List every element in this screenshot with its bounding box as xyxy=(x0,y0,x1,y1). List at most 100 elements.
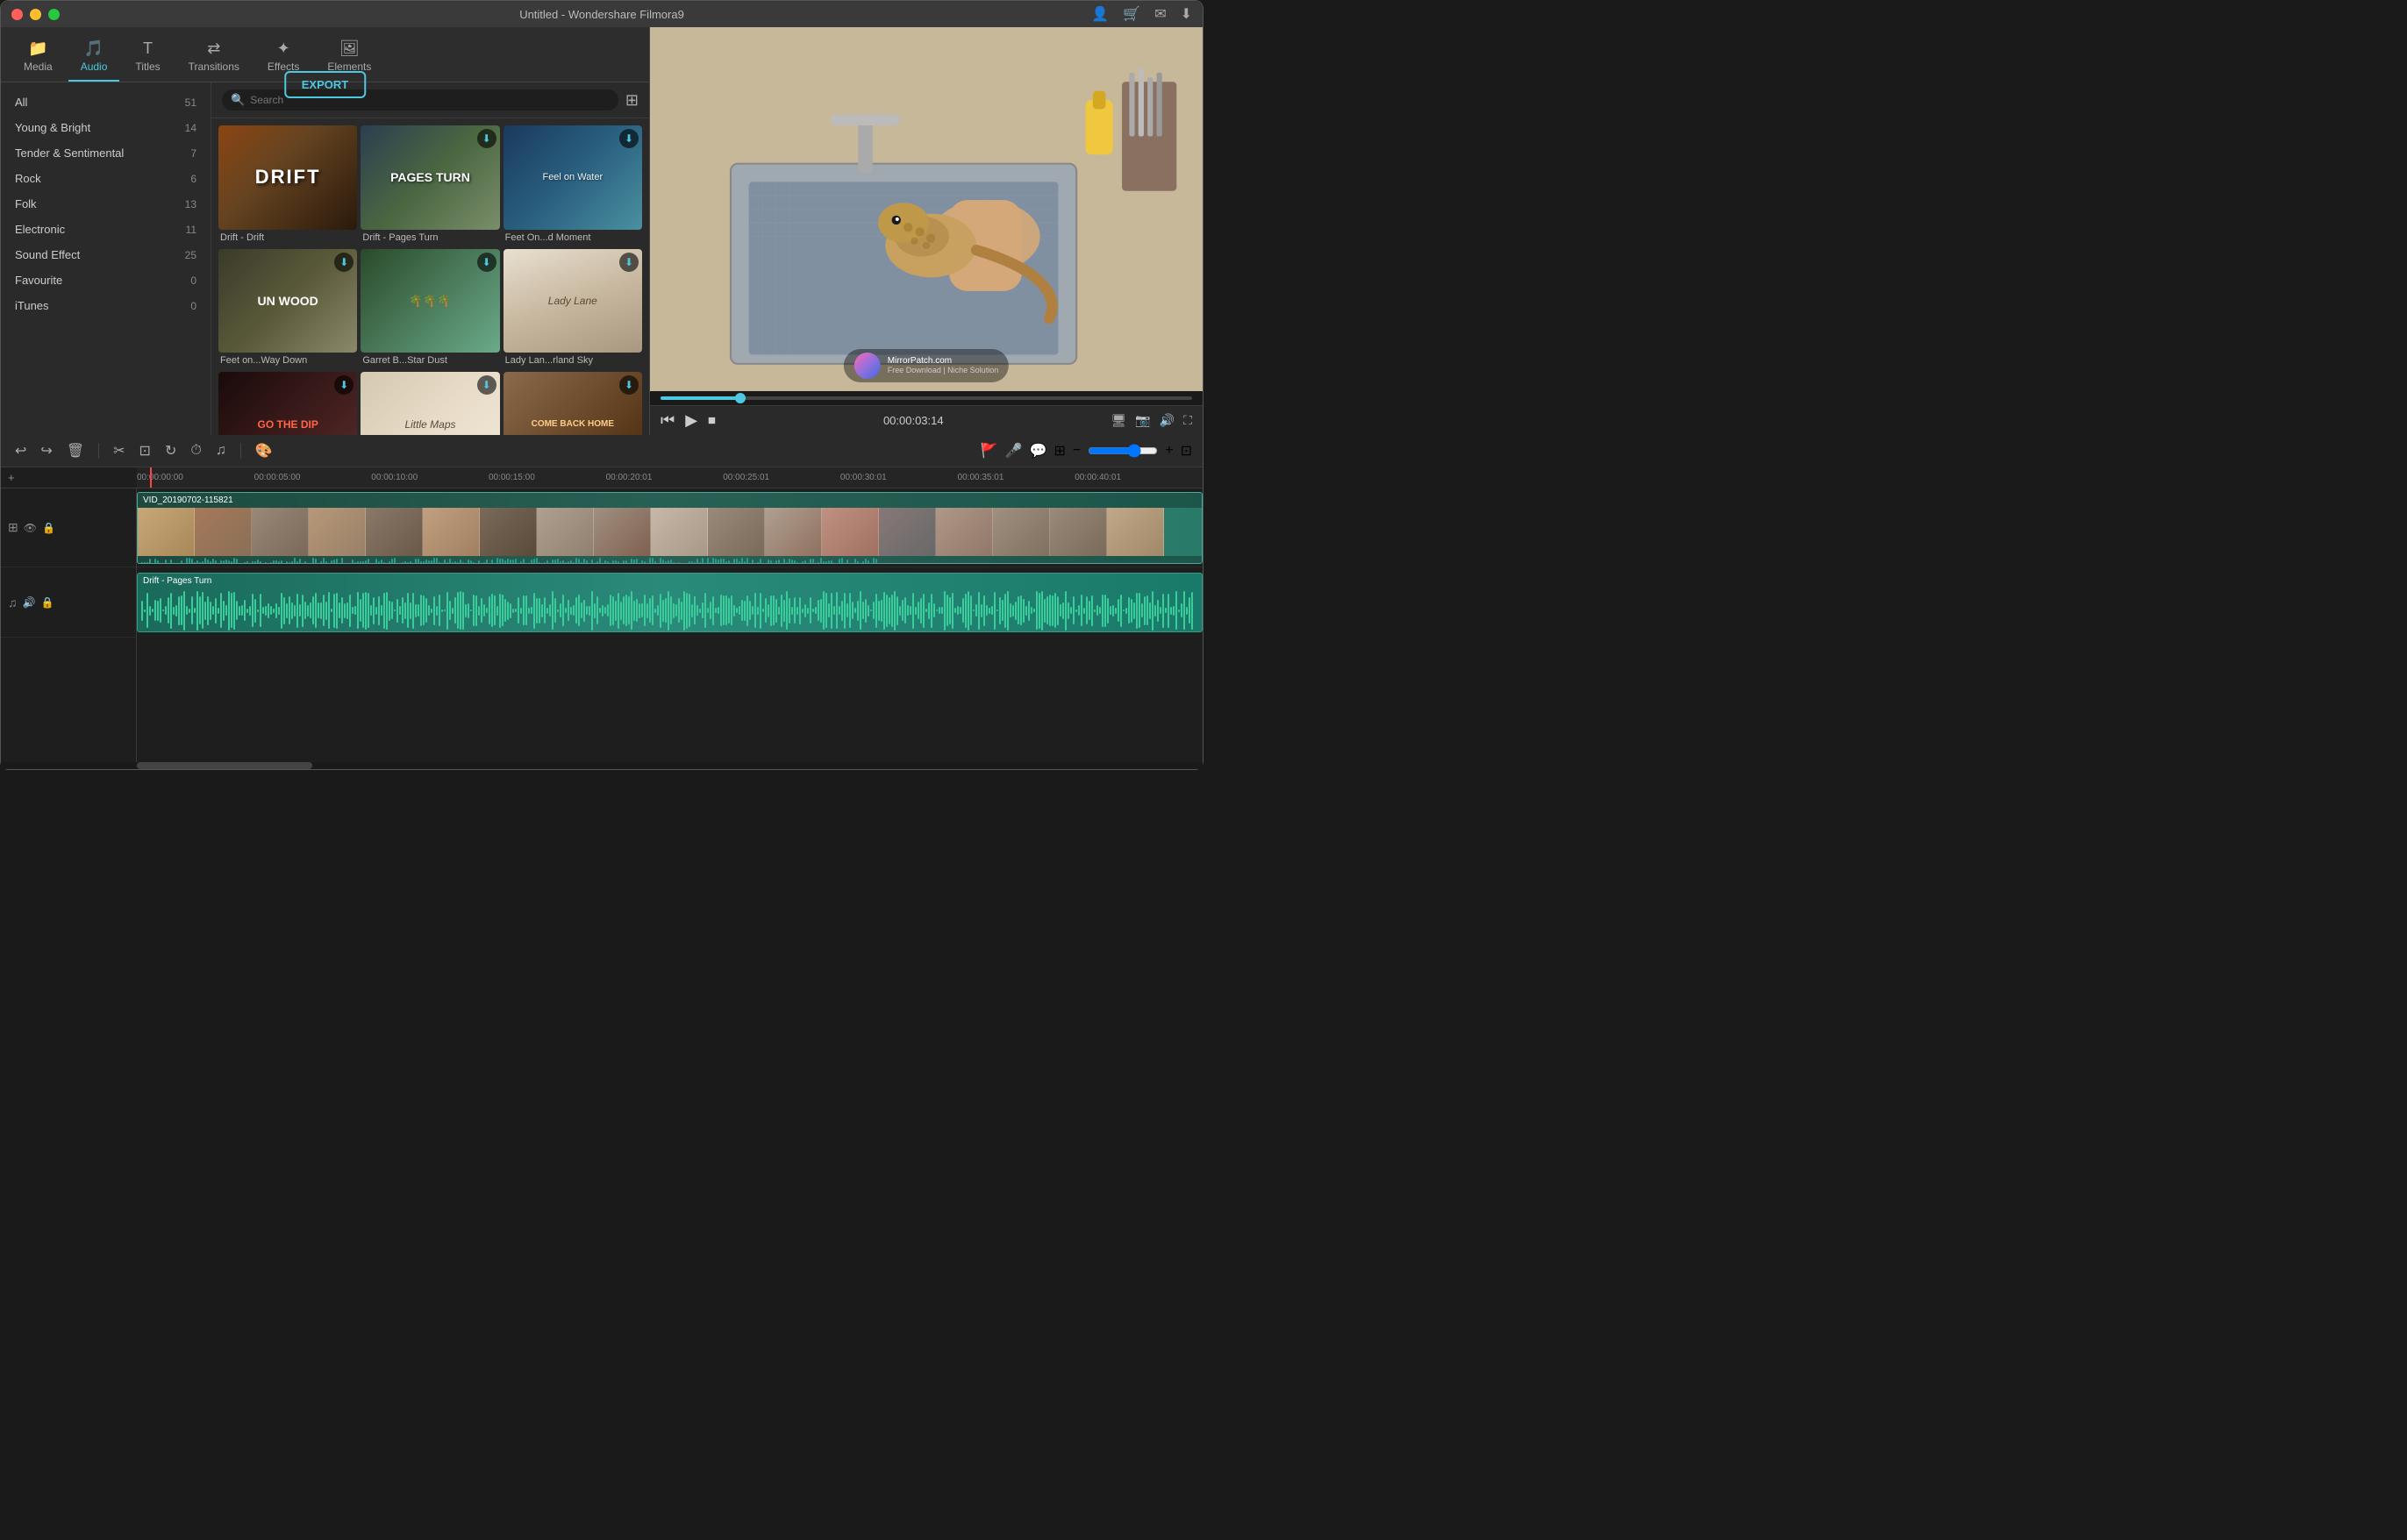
audio-clip[interactable]: Drift - Pages Turn xyxy=(137,573,1203,632)
sidebar-count-all: 51 xyxy=(185,96,196,109)
list-item[interactable]: 🌴🌴🌴 ⬇ Garret B...Star Dust xyxy=(361,249,499,369)
undo-button[interactable]: ↩ xyxy=(11,440,30,461)
thumb-text: DRIFT xyxy=(255,166,321,189)
film-frame xyxy=(993,508,1050,556)
download-button[interactable]: ⬇ xyxy=(619,253,639,272)
sidebar-item-young[interactable]: Young & Bright 14 xyxy=(1,115,211,140)
eye-button[interactable]: 👁 xyxy=(24,522,37,534)
add-media-button[interactable]: + xyxy=(8,471,15,484)
audio-track-header: ♫ 🔊 🔒 xyxy=(1,567,136,638)
delete-button[interactable]: 🗑 xyxy=(63,440,88,461)
lock-button[interactable]: 🔒 xyxy=(42,522,55,534)
export-button[interactable]: EXPORT xyxy=(284,71,366,98)
film-frame xyxy=(651,508,708,556)
list-item[interactable]: PAGES TURN ⬇ Drift - Pages Turn xyxy=(361,125,499,246)
scrollbar[interactable] xyxy=(1,762,1203,769)
thumb-text: UN WOOD xyxy=(258,294,318,308)
video-clip[interactable]: VID_20190702-115821 xyxy=(137,492,1203,564)
thumb-text: Feel on Water xyxy=(542,172,603,182)
scrollbar-thumb[interactable] xyxy=(137,762,312,769)
crop-button[interactable]: ⊡ xyxy=(136,440,154,461)
sidebar-item-soundeffect[interactable]: Sound Effect 25 xyxy=(1,242,211,267)
download-icon[interactable]: ⬇ xyxy=(1181,5,1192,23)
flag-icon[interactable]: 🚩 xyxy=(981,442,998,460)
rewind-button[interactable]: ⏮ xyxy=(661,411,675,430)
sidebar-label-favourite: Favourite xyxy=(15,274,62,287)
sidebar-item-tender[interactable]: Tender & Sentimental 7 xyxy=(1,140,211,166)
audio-lock-button[interactable]: 🔒 xyxy=(40,596,54,609)
render-icon[interactable]: 🖥 xyxy=(1111,413,1127,428)
sidebar-count-itunes: 0 xyxy=(190,300,196,312)
download-button[interactable]: ⬇ xyxy=(477,129,496,148)
audio-button[interactable]: ♫ xyxy=(212,441,230,460)
close-button[interactable] xyxy=(11,9,23,20)
sidebar-item-rock[interactable]: Rock 6 xyxy=(1,166,211,191)
film-frame xyxy=(423,508,480,556)
speed-button[interactable]: ⏱ xyxy=(187,441,204,460)
subtitle-icon[interactable]: 💬 xyxy=(1030,442,1047,460)
waveform-bars-audio xyxy=(141,588,1198,632)
waveform-bars xyxy=(138,556,1202,564)
preview-controls: ⏮ ▶ ⏹ 00:00:03:14 🖥 📷 🔊 ⛶ xyxy=(650,405,1203,435)
progress-bar[interactable] xyxy=(661,396,1192,400)
download-button[interactable]: ⬇ xyxy=(619,129,639,148)
cart-icon[interactable]: 🛒 xyxy=(1123,5,1140,23)
sidebar-item-itunes[interactable]: iTunes 0 xyxy=(1,293,211,318)
volume-icon[interactable]: 🔊 xyxy=(1160,413,1175,428)
sidebar-item-favourite[interactable]: Favourite 0 xyxy=(1,267,211,293)
tab-audio[interactable]: 🎵 Audio xyxy=(68,34,120,82)
zoom-in-icon[interactable]: + xyxy=(1165,443,1173,459)
track-headers: ⊞ 👁 🔒 ♫ 🔊 🔒 xyxy=(1,488,137,762)
tab-transitions[interactable]: ⇄ Transitions xyxy=(176,34,252,82)
tab-media[interactable]: 📁 Media xyxy=(11,34,65,82)
sidebar-item-electronic[interactable]: Electronic 11 xyxy=(1,217,211,242)
cut-button[interactable]: ✂ xyxy=(110,440,128,461)
mail-icon[interactable]: ✉ xyxy=(1154,5,1166,23)
minimize-button[interactable] xyxy=(30,9,41,20)
stop-button[interactable]: ⏹ xyxy=(708,411,716,430)
rotate-button[interactable]: ↻ xyxy=(161,440,180,461)
download-button[interactable]: ⬇ xyxy=(334,253,354,272)
media-grid: DRIFT Drift - Drift PAGES TURN ⬇ xyxy=(211,118,649,435)
fullscreen-icon[interactable]: ⛶ xyxy=(1183,413,1192,428)
mic-icon[interactable]: 🎤 xyxy=(1005,442,1023,460)
film-frame xyxy=(879,508,936,556)
media-label: Feet On...d Moment xyxy=(504,230,642,246)
download-button[interactable]: ⬇ xyxy=(477,253,496,272)
list-item[interactable]: DRIFT Drift - Drift xyxy=(218,125,357,246)
list-item[interactable]: Lady Lane ⬇ Lady Lan...rland Sky xyxy=(504,249,642,369)
color-button[interactable]: 🎨 xyxy=(252,440,276,461)
account-icon[interactable]: 👤 xyxy=(1091,5,1109,23)
toolbar-right: 🚩 🎤 💬 ⊞ − + ⊡ xyxy=(981,442,1192,460)
maximize-button[interactable] xyxy=(48,9,60,20)
list-item[interactable]: Little Maps ⬇ Little Maps - Eddie xyxy=(361,372,499,435)
sidebar-item-folk[interactable]: Folk 13 xyxy=(1,191,211,217)
list-item[interactable]: UN WOOD ⬇ Feet on...Way Down xyxy=(218,249,357,369)
progress-dot[interactable] xyxy=(735,393,746,403)
sidebar-item-all[interactable]: All 51 xyxy=(1,89,211,115)
snapshot-icon[interactable]: 📷 xyxy=(1135,413,1150,428)
play-button[interactable]: ▶ xyxy=(685,411,697,430)
playback-controls: ⏮ ▶ ⏹ xyxy=(661,411,716,430)
window-controls[interactable] xyxy=(11,9,60,20)
sidebar-count-favourite: 0 xyxy=(190,274,196,287)
list-item[interactable]: Feel on Water ⬇ Feet On...d Moment xyxy=(504,125,642,246)
sidebar-count-electronic: 11 xyxy=(186,224,196,236)
playhead[interactable] xyxy=(150,467,152,488)
tab-titles-label: Titles xyxy=(135,61,160,73)
sidebar-label-all: All xyxy=(15,96,27,109)
zoom-slider[interactable] xyxy=(1088,444,1158,458)
zoom-out-icon[interactable]: − xyxy=(1073,443,1081,459)
fit-icon[interactable]: ⊡ xyxy=(1181,442,1192,460)
download-button[interactable]: ⬇ xyxy=(477,375,496,395)
pip-icon[interactable]: ⊞ xyxy=(1054,442,1066,460)
sidebar-label-folk: Folk xyxy=(15,197,37,210)
redo-button[interactable]: ↪ xyxy=(37,440,55,461)
list-item[interactable]: COME BACK HOME ⬇ Come Back Home xyxy=(504,372,642,435)
grid-view-icon[interactable]: ⊞ xyxy=(625,91,639,110)
search-input-wrap[interactable]: 🔍 xyxy=(222,89,618,111)
tab-titles[interactable]: T Titles xyxy=(123,34,172,82)
progress-wrap[interactable] xyxy=(650,391,1203,405)
list-item[interactable]: GO THE DIP ⬇ Lights on...e For Us xyxy=(218,372,357,435)
mute-button[interactable]: 🔊 xyxy=(23,596,36,609)
